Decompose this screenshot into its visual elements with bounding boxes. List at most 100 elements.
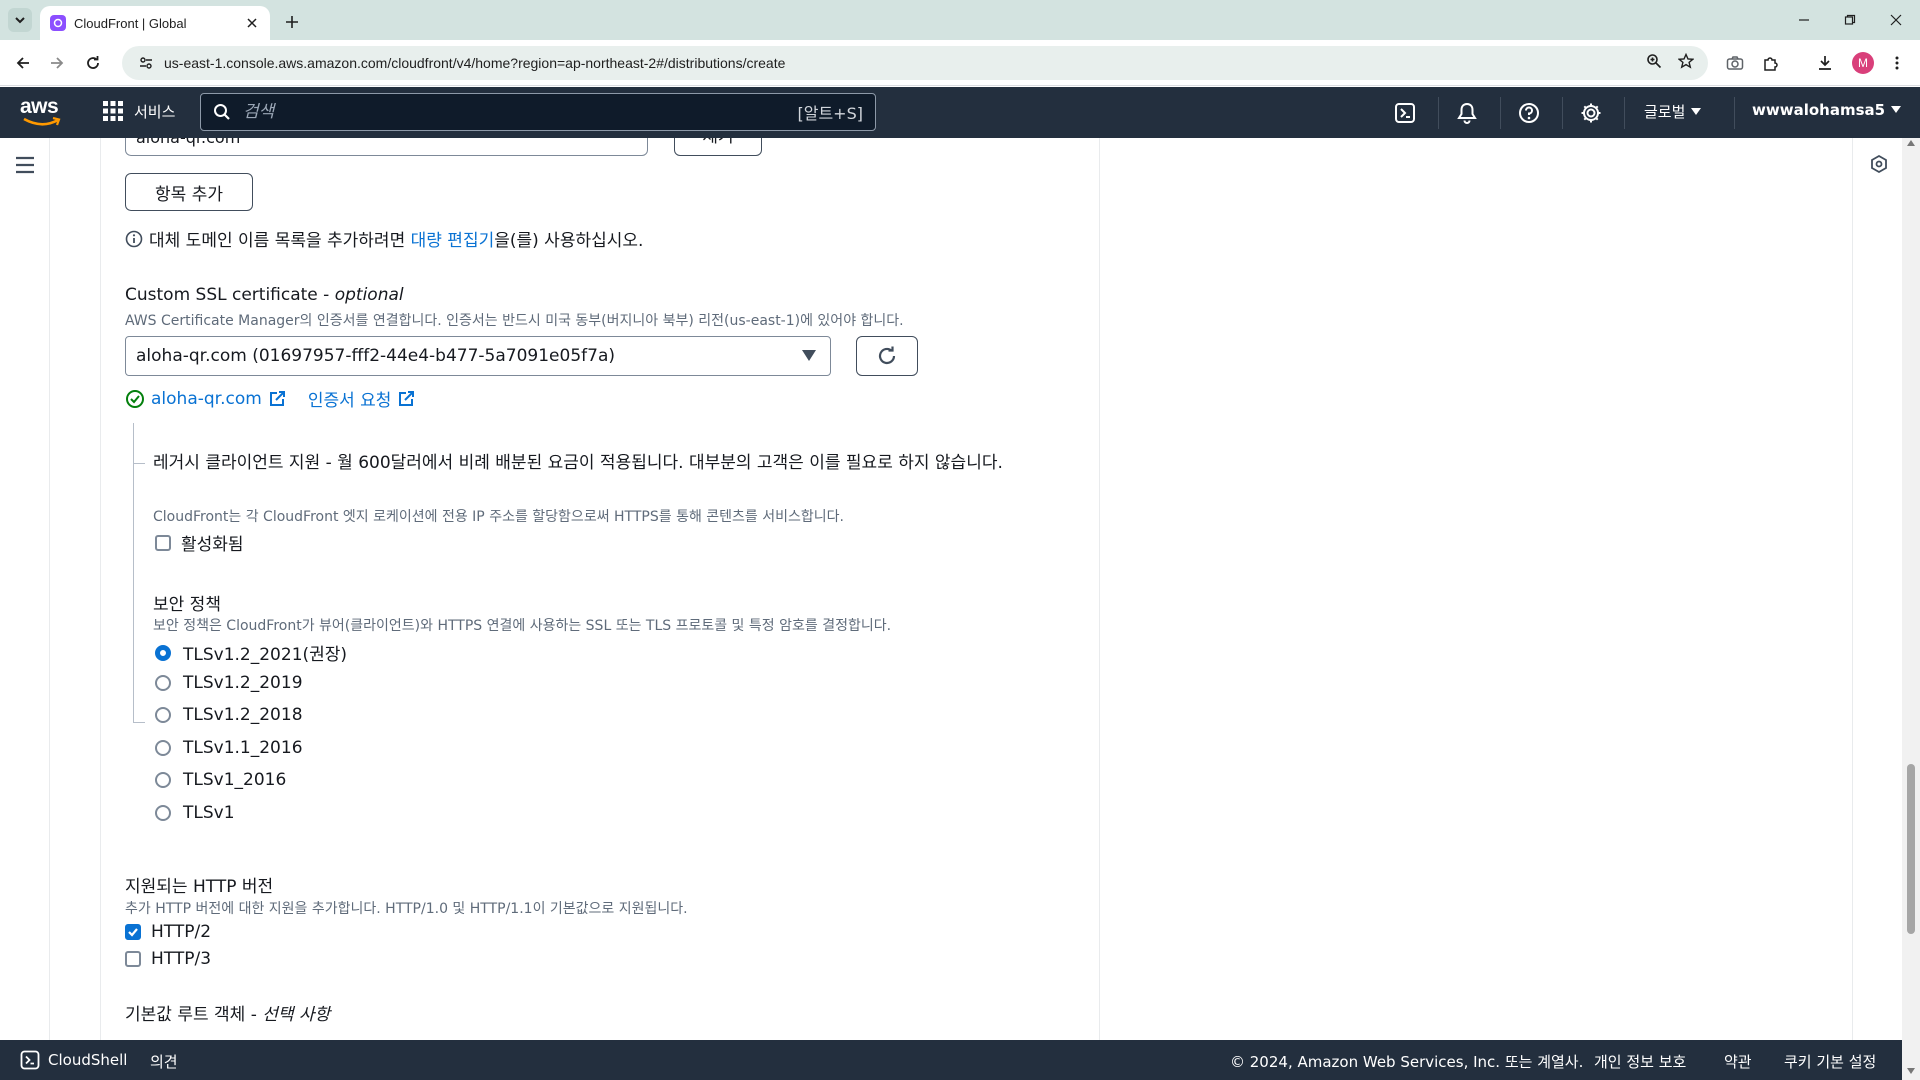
camera-icon[interactable] — [1724, 52, 1746, 74]
remove-button[interactable]: 제거 — [674, 138, 762, 156]
close-window-icon[interactable] — [1882, 8, 1910, 32]
refresh-icon — [878, 346, 896, 365]
page-scrollbar[interactable] — [1902, 138, 1920, 1040]
security-policy-option[interactable]: TLSv1.2_2018 — [155, 705, 303, 725]
radio[interactable] — [155, 707, 171, 723]
request-certificate-link[interactable]: 인증서 요청 — [308, 386, 392, 411]
aws-logo[interactable]: aws — [20, 95, 66, 129]
services-label: 서비스 — [134, 102, 176, 121]
services-menu-button[interactable]: 서비스 — [102, 100, 175, 122]
notifications-bell-icon[interactable] — [1454, 100, 1480, 126]
address-bar[interactable]: us-east-1.console.aws.amazon.com/cloudfr… — [122, 46, 1708, 80]
chevron-down-icon — [15, 17, 25, 24]
cloudshell-icon[interactable] — [1392, 100, 1418, 126]
bulk-editor-info: 대체 도메인 이름 목록을 추가하려면 대량 편집기을(를) 사용하십시오. — [125, 226, 643, 251]
external-link-icon[interactable] — [268, 390, 286, 408]
bookmark-star-icon[interactable] — [1677, 52, 1695, 73]
add-item-button[interactable]: 항목 추가 — [125, 173, 253, 211]
settings-gear-icon[interactable] — [1578, 100, 1604, 126]
aws-top-nav: aws 서비스 [알트+S] 글로벌 wwwalohamsa5 — [0, 87, 1920, 138]
profile-avatar[interactable]: M — [1852, 52, 1874, 74]
checkbox[interactable] — [155, 534, 171, 551]
region-selector[interactable]: 글로벌 — [1644, 101, 1702, 122]
scroll-up-arrow-icon[interactable] — [1907, 140, 1915, 146]
http3-checkbox[interactable]: HTTP/3 — [125, 949, 211, 969]
radio[interactable] — [155, 675, 171, 691]
copyright-text: © 2024, Amazon Web Services, Inc. 또는 계열사… — [1230, 1053, 1584, 1071]
cloudshell-icon — [20, 1050, 40, 1070]
security-policy-option[interactable]: TLSv1 — [155, 803, 235, 823]
tools-panel-icon[interactable] — [1869, 154, 1889, 174]
nav-divider — [1500, 97, 1501, 129]
http2-checkbox[interactable]: HTTP/2 — [125, 922, 211, 942]
privacy-link[interactable]: 개인 정보 보호 — [1594, 1051, 1686, 1072]
external-link-icon[interactable] — [397, 390, 415, 408]
checkbox[interactable] — [125, 951, 141, 967]
legacy-enabled-checkbox[interactable]: 활성화됨 — [155, 530, 244, 555]
extensions-icon[interactable] — [1760, 52, 1782, 74]
account-menu[interactable]: wwwalohamsa5 — [1752, 101, 1902, 119]
bulk-editor-link[interactable]: 대량 편집기 — [411, 231, 495, 251]
hamburger-menu-icon[interactable] — [14, 154, 36, 176]
security-policy-label: 보안 정책 — [153, 595, 221, 615]
caret-down-icon — [802, 350, 816, 361]
ssl-certificate-label: Custom SSL certificate - optional — [125, 285, 404, 305]
form-container: aloha-qr.com 제거 항목 추가 대체 도메인 이름 목록을 추가하려… — [100, 138, 1100, 1040]
blank-side-area — [1100, 138, 1852, 1040]
security-policy-option[interactable]: TLSv1.1_2016 — [155, 738, 303, 758]
scrollbar-track-bottom — [1902, 1040, 1920, 1080]
status-success-icon — [126, 389, 144, 408]
legacy-support-description: CloudFront는 각 CloudFront 엣지 로케이션에 전용 IP … — [153, 509, 844, 525]
browser-tab[interactable]: CloudFront | Global — [40, 6, 270, 40]
site-info-icon[interactable] — [136, 53, 156, 73]
new-tab-icon[interactable] — [280, 10, 304, 34]
tab-search-button[interactable] — [8, 8, 32, 32]
scrollbar-thumb[interactable] — [1907, 764, 1915, 934]
ssl-certificate-description: AWS Certificate Manager의 인증서를 연결합니다. 인증서… — [125, 313, 904, 329]
back-icon[interactable] — [12, 52, 34, 74]
tools-rail — [1852, 138, 1902, 1040]
nav-divider — [1624, 97, 1625, 129]
tree-line — [133, 423, 134, 723]
forward-icon[interactable] — [46, 52, 68, 74]
feedback-link[interactable]: 의견 — [150, 1051, 178, 1072]
search-shortcut-hint: [알트+S] — [797, 104, 864, 123]
main-content: aloha-qr.com 제거 항목 추가 대체 도메인 이름 목록을 추가하려… — [50, 138, 1852, 1040]
nav-divider — [1438, 97, 1439, 129]
aws-search-box[interactable]: [알트+S] — [200, 93, 876, 131]
radio[interactable] — [155, 772, 171, 788]
ssl-certificate-select[interactable]: aloha-qr.com (01697957-fff2-44e4-b477-5a… — [125, 336, 831, 376]
radio[interactable] — [155, 805, 171, 821]
refresh-certificates-button[interactable] — [856, 336, 918, 376]
alternate-domain-input[interactable]: aloha-qr.com — [125, 138, 648, 156]
search-input[interactable] — [243, 102, 798, 122]
console-footer: CloudShell 의견 © 2024, Amazon Web Service… — [0, 1040, 1920, 1080]
restore-icon[interactable] — [1836, 8, 1864, 32]
http-versions-label: 지원되는 HTTP 버전 — [125, 877, 274, 897]
browser-tab-strip: CloudFront | Global — [0, 0, 1920, 40]
radio[interactable] — [155, 740, 171, 756]
cloudfront-favicon-icon — [50, 15, 66, 31]
cloudshell-button[interactable]: CloudShell — [20, 1050, 127, 1070]
minimize-icon[interactable] — [1790, 8, 1818, 32]
download-icon[interactable] — [1814, 52, 1836, 74]
http-versions-description: 추가 HTTP 버전에 대한 지원을 추가합니다. HTTP/1.0 및 HTT… — [125, 901, 688, 917]
checkbox-checked[interactable] — [125, 924, 141, 940]
reload-icon[interactable] — [82, 52, 104, 74]
certificate-link[interactable]: aloha-qr.com — [151, 389, 262, 409]
info-icon — [125, 230, 143, 247]
close-tab-icon[interactable] — [244, 15, 260, 31]
chrome-menu-icon[interactable] — [1886, 52, 1908, 74]
cookie-preferences-link[interactable]: 쿠키 기본 설정 — [1784, 1051, 1876, 1072]
scroll-down-arrow-icon[interactable] — [1907, 1068, 1915, 1074]
security-policy-option[interactable]: TLSv1.2_2019 — [155, 673, 303, 693]
help-icon[interactable] — [1516, 100, 1542, 126]
aws-smile-icon — [23, 117, 61, 126]
zoom-icon[interactable] — [1646, 53, 1662, 73]
terms-link[interactable]: 약관 — [1724, 1051, 1752, 1072]
caret-down-icon — [1891, 106, 1902, 113]
checkmark-icon — [128, 928, 138, 937]
radio-selected[interactable] — [155, 644, 171, 661]
security-policy-option[interactable]: TLSv1.2_2021(권장) — [155, 640, 347, 665]
security-policy-option[interactable]: TLSv1_2016 — [155, 770, 286, 790]
